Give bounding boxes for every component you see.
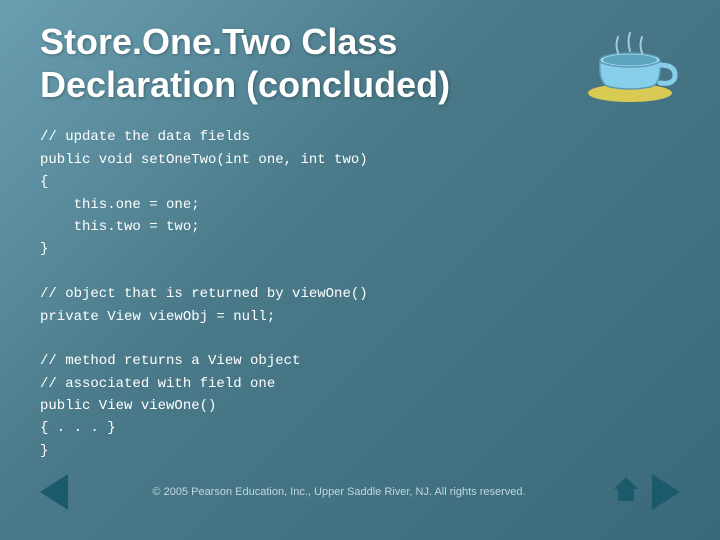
title-area: Store.One.Two Class Declaration (conclud…: [40, 20, 680, 106]
title-line2: Declaration (concluded): [40, 64, 450, 105]
nav-row: © 2005 Pearson Education, Inc., Upper Sa…: [40, 473, 680, 510]
slide: Store.One.Two Class Declaration (conclud…: [0, 0, 720, 540]
arrow-right-button[interactable]: [652, 474, 680, 510]
teacup-icon: [580, 15, 680, 105]
arrow-left-button[interactable]: [40, 474, 68, 510]
code-block: // update the data fields public void se…: [40, 126, 680, 465]
copyright-text: © 2005 Pearson Education, Inc., Upper Sa…: [152, 486, 525, 498]
title-line1: Store.One.Two Class: [40, 21, 397, 62]
home-button[interactable]: [610, 473, 642, 510]
slide-title: Store.One.Two Class Declaration (conclud…: [40, 20, 450, 106]
